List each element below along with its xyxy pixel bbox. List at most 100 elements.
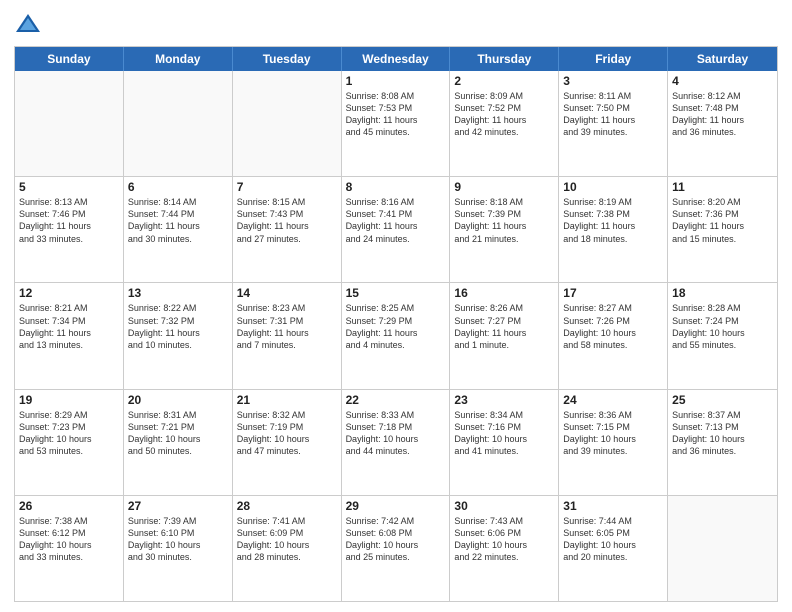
day-number: 26 xyxy=(19,499,119,513)
header-day-friday: Friday xyxy=(559,47,668,71)
day-info: Sunrise: 8:20 AM Sunset: 7:36 PM Dayligh… xyxy=(672,197,744,243)
day-number: 7 xyxy=(237,180,337,194)
day-info: Sunrise: 7:39 AM Sunset: 6:10 PM Dayligh… xyxy=(128,516,201,562)
day-number: 14 xyxy=(237,286,337,300)
day-cell-21: 21Sunrise: 8:32 AM Sunset: 7:19 PM Dayli… xyxy=(233,390,342,495)
day-cell-11: 11 Sunrise: 8:20 AM Sunset: 7:36 PM Dayli… xyxy=(668,177,777,282)
day-number: 18 xyxy=(672,286,773,300)
day-info: Sunrise: 7:43 AM Sunset: 6:06 PM Dayligh… xyxy=(454,516,527,562)
calendar-body: 1 Sunrise: 8:08 AM Sunset: 7:53 PM Daylig… xyxy=(15,71,777,601)
day-info: Sunrise: 8:25 AM Sunset: 7:29 PM Dayligh… xyxy=(346,303,418,349)
day-info: Sunrise: 7:42 AM Sunset: 6:08 PM Dayligh… xyxy=(346,516,419,562)
day-number: 29 xyxy=(346,499,446,513)
week-row-4: 19 Sunrise: 8:29 AM Sunset: 7:23 PM Dayli… xyxy=(15,389,777,495)
day-info: Sunrise: 8:12 AM Sunset: 7:48 PM Dayligh… xyxy=(672,91,744,137)
day-cell-6: 6Sunrise: 8:14 AM Sunset: 7:44 PM Daylig… xyxy=(124,177,233,282)
week-row-2: 5Sunrise: 8:13 AM Sunset: 7:46 PM Daylig… xyxy=(15,176,777,282)
day-cell-29: 29 Sunrise: 7:42 AM Sunset: 6:08 PM Dayli… xyxy=(342,496,451,601)
day-cell-31: 31 Sunrise: 7:44 AM Sunset: 6:05 PM Dayli… xyxy=(559,496,668,601)
page: SundayMondayTuesdayWednesdayThursdayFrid… xyxy=(0,0,792,612)
header xyxy=(14,10,778,38)
day-cell-16: 16 Sunrise: 8:26 AM Sunset: 7:27 PM Dayli… xyxy=(450,283,559,388)
header-day-saturday: Saturday xyxy=(668,47,777,71)
day-number: 15 xyxy=(346,286,446,300)
day-info: Sunrise: 8:29 AM Sunset: 7:23 PM Dayligh… xyxy=(19,410,92,456)
day-cell-14: 14 Sunrise: 8:23 AM Sunset: 7:31 PM Dayli… xyxy=(233,283,342,388)
day-info: Sunrise: 8:18 AM Sunset: 7:39 PM Dayligh… xyxy=(454,197,526,243)
day-cell-2: 2Sunrise: 8:09 AM Sunset: 7:52 PM Daylig… xyxy=(450,71,559,176)
empty-cell xyxy=(233,71,342,176)
day-info: Sunrise: 8:16 AM Sunset: 7:41 PM Dayligh… xyxy=(346,197,418,243)
day-number: 25 xyxy=(672,393,773,407)
day-info: Sunrise: 8:19 AM Sunset: 7:38 PM Dayligh… xyxy=(563,197,635,243)
day-cell-24: 24 Sunrise: 8:36 AM Sunset: 7:15 PM Dayli… xyxy=(559,390,668,495)
day-number: 28 xyxy=(237,499,337,513)
day-number: 19 xyxy=(19,393,119,407)
day-cell-20: 20Sunrise: 8:31 AM Sunset: 7:21 PM Dayli… xyxy=(124,390,233,495)
day-number: 30 xyxy=(454,499,554,513)
day-number: 11 xyxy=(672,180,773,194)
day-info: Sunrise: 8:15 AM Sunset: 7:43 PM Dayligh… xyxy=(237,197,309,243)
header-day-thursday: Thursday xyxy=(450,47,559,71)
day-number: 1 xyxy=(346,74,446,88)
week-row-1: 1 Sunrise: 8:08 AM Sunset: 7:53 PM Daylig… xyxy=(15,71,777,176)
day-cell-19: 19 Sunrise: 8:29 AM Sunset: 7:23 PM Dayli… xyxy=(15,390,124,495)
day-number: 17 xyxy=(563,286,663,300)
day-number: 31 xyxy=(563,499,663,513)
day-cell-22: 22 Sunrise: 8:33 AM Sunset: 7:18 PM Dayli… xyxy=(342,390,451,495)
day-info: Sunrise: 8:34 AM Sunset: 7:16 PM Dayligh… xyxy=(454,410,527,456)
day-cell-10: 10 Sunrise: 8:19 AM Sunset: 7:38 PM Dayli… xyxy=(559,177,668,282)
day-cell-15: 15 Sunrise: 8:25 AM Sunset: 7:29 PM Dayli… xyxy=(342,283,451,388)
day-info: Sunrise: 8:08 AM Sunset: 7:53 PM Dayligh… xyxy=(346,91,418,137)
day-cell-1: 1 Sunrise: 8:08 AM Sunset: 7:53 PM Daylig… xyxy=(342,71,451,176)
day-number: 12 xyxy=(19,286,119,300)
day-info: Sunrise: 8:14 AM Sunset: 7:44 PM Dayligh… xyxy=(128,197,200,243)
day-info: Sunrise: 8:28 AM Sunset: 7:24 PM Dayligh… xyxy=(672,303,745,349)
day-number: 23 xyxy=(454,393,554,407)
calendar-header: SundayMondayTuesdayWednesdayThursdayFrid… xyxy=(15,47,777,71)
header-day-monday: Monday xyxy=(124,47,233,71)
day-number: 3 xyxy=(563,74,663,88)
day-info: Sunrise: 8:32 AM Sunset: 7:19 PM Dayligh… xyxy=(237,410,310,456)
day-cell-17: 17 Sunrise: 8:27 AM Sunset: 7:26 PM Dayli… xyxy=(559,283,668,388)
day-info: Sunrise: 8:23 AM Sunset: 7:31 PM Dayligh… xyxy=(237,303,309,349)
day-info: Sunrise: 8:26 AM Sunset: 7:27 PM Dayligh… xyxy=(454,303,526,349)
day-number: 10 xyxy=(563,180,663,194)
day-number: 13 xyxy=(128,286,228,300)
day-info: Sunrise: 8:27 AM Sunset: 7:26 PM Dayligh… xyxy=(563,303,636,349)
day-cell-28: 28Sunrise: 7:41 AM Sunset: 6:09 PM Dayli… xyxy=(233,496,342,601)
logo-icon xyxy=(14,10,42,38)
week-row-5: 26Sunrise: 7:38 AM Sunset: 6:12 PM Dayli… xyxy=(15,495,777,601)
day-number: 16 xyxy=(454,286,554,300)
empty-cell xyxy=(124,71,233,176)
day-number: 8 xyxy=(346,180,446,194)
day-info: Sunrise: 8:37 AM Sunset: 7:13 PM Dayligh… xyxy=(672,410,745,456)
empty-cell xyxy=(15,71,124,176)
day-cell-12: 12 Sunrise: 8:21 AM Sunset: 7:34 PM Dayli… xyxy=(15,283,124,388)
day-number: 24 xyxy=(563,393,663,407)
day-number: 20 xyxy=(128,393,228,407)
day-cell-18: 18 Sunrise: 8:28 AM Sunset: 7:24 PM Dayli… xyxy=(668,283,777,388)
header-day-sunday: Sunday xyxy=(15,47,124,71)
day-number: 22 xyxy=(346,393,446,407)
day-cell-26: 26Sunrise: 7:38 AM Sunset: 6:12 PM Dayli… xyxy=(15,496,124,601)
day-number: 9 xyxy=(454,180,554,194)
day-info: Sunrise: 8:33 AM Sunset: 7:18 PM Dayligh… xyxy=(346,410,419,456)
day-number: 4 xyxy=(672,74,773,88)
day-info: Sunrise: 8:21 AM Sunset: 7:34 PM Dayligh… xyxy=(19,303,91,349)
header-day-wednesday: Wednesday xyxy=(342,47,451,71)
day-number: 27 xyxy=(128,499,228,513)
day-cell-27: 27 Sunrise: 7:39 AM Sunset: 6:10 PM Dayli… xyxy=(124,496,233,601)
day-info: Sunrise: 8:36 AM Sunset: 7:15 PM Dayligh… xyxy=(563,410,636,456)
day-cell-13: 13Sunrise: 8:22 AM Sunset: 7:32 PM Dayli… xyxy=(124,283,233,388)
day-info: Sunrise: 7:44 AM Sunset: 6:05 PM Dayligh… xyxy=(563,516,636,562)
day-number: 5 xyxy=(19,180,119,194)
day-cell-3: 3Sunrise: 8:11 AM Sunset: 7:50 PM Daylig… xyxy=(559,71,668,176)
day-cell-30: 30 Sunrise: 7:43 AM Sunset: 6:06 PM Dayli… xyxy=(450,496,559,601)
day-cell-23: 23 Sunrise: 8:34 AM Sunset: 7:16 PM Dayli… xyxy=(450,390,559,495)
logo xyxy=(14,10,46,38)
day-cell-4: 4 Sunrise: 8:12 AM Sunset: 7:48 PM Daylig… xyxy=(668,71,777,176)
empty-cell xyxy=(668,496,777,601)
day-cell-9: 9 Sunrise: 8:18 AM Sunset: 7:39 PM Daylig… xyxy=(450,177,559,282)
day-cell-8: 8 Sunrise: 8:16 AM Sunset: 7:41 PM Daylig… xyxy=(342,177,451,282)
